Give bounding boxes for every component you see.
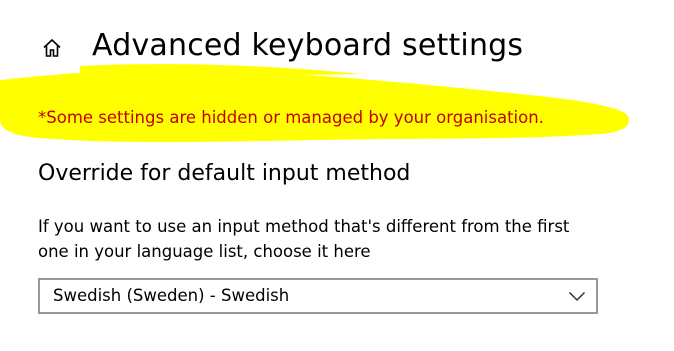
home-icon — [43, 38, 61, 57]
override-section-heading: Override for default input method — [38, 161, 411, 186]
chevron-down-icon — [568, 291, 586, 302]
dropdown-selected-value: Swedish (Sweden) - Swedish — [53, 286, 290, 305]
highlighter-mark — [0, 64, 630, 142]
input-method-dropdown[interactable]: Swedish (Sweden) - Swedish — [38, 278, 598, 314]
home-button[interactable] — [38, 34, 66, 62]
override-description: If you want to use an input method that'… — [38, 217, 570, 261]
managed-settings-notice: *Some settings are hidden or managed by … — [38, 108, 544, 127]
